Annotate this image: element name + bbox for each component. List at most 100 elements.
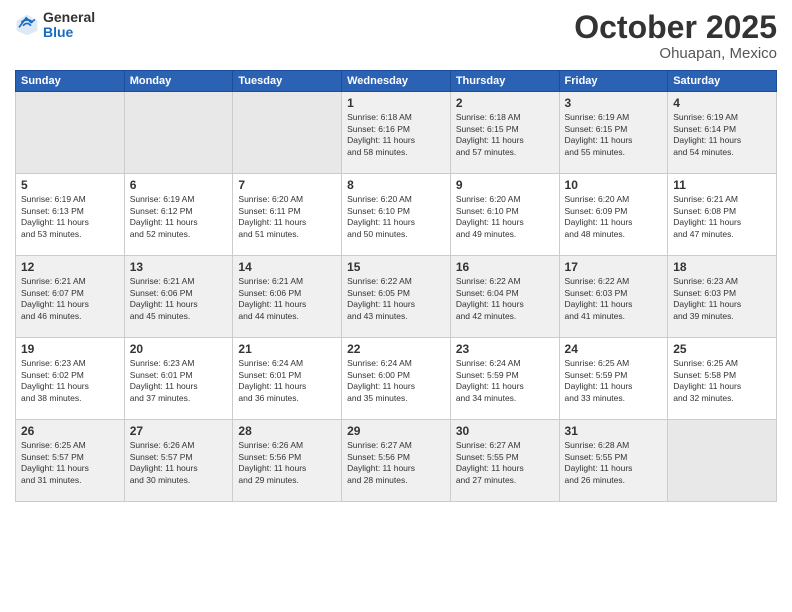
day-info: Sunrise: 6:21 AM Sunset: 6:07 PM Dayligh… [21, 276, 119, 322]
page: General Blue October 2025 Ohuapan, Mexic… [0, 0, 792, 612]
col-header-thursday: Thursday [450, 71, 559, 92]
calendar-week-row: 12Sunrise: 6:21 AM Sunset: 6:07 PM Dayli… [16, 256, 777, 338]
calendar-week-row: 26 Sunrise: 6:25 AM Sunset: 5:57 PM Dayli… [16, 420, 777, 502]
calendar-cell: 7 Sunrise: 6:20 AM Sunset: 6:11 PM Daylig… [233, 174, 342, 256]
day-info: Sunrise: 6:25 AM Sunset: 5:57 PM Dayligh… [21, 440, 119, 486]
logo-icon [15, 13, 39, 37]
calendar-cell: 19Sunrise: 6:23 AM Sunset: 6:02 PM Dayli… [16, 338, 125, 420]
day-info: Sunrise: 6:24 AM Sunset: 6:01 PM Dayligh… [238, 358, 336, 404]
day-info: Sunrise: 6:28 AM Sunset: 5:55 PM Dayligh… [565, 440, 663, 486]
calendar-week-row: 19Sunrise: 6:23 AM Sunset: 6:02 PM Dayli… [16, 338, 777, 420]
day-info: Sunrise: 6:19 AM Sunset: 6:15 PM Dayligh… [565, 112, 663, 158]
day-number: 17 [565, 260, 663, 274]
month-title: October 2025 [574, 10, 777, 45]
day-info: Sunrise: 6:18 AM Sunset: 6:16 PM Dayligh… [347, 112, 445, 158]
day-number: 26 [21, 424, 119, 438]
calendar-cell: 11 Sunrise: 6:21 AM Sunset: 6:08 PM Dayli… [668, 174, 777, 256]
calendar-week-row: 5 Sunrise: 6:19 AM Sunset: 6:13 PM Daylig… [16, 174, 777, 256]
day-info: Sunrise: 6:19 AM Sunset: 6:14 PM Dayligh… [673, 112, 771, 158]
day-number: 4 [673, 96, 771, 110]
day-info: Sunrise: 6:27 AM Sunset: 5:56 PM Dayligh… [347, 440, 445, 486]
header: General Blue October 2025 Ohuapan, Mexic… [15, 10, 777, 62]
day-number: 10 [565, 178, 663, 192]
col-header-monday: Monday [124, 71, 233, 92]
calendar-cell: 9Sunrise: 6:20 AM Sunset: 6:10 PM Daylig… [450, 174, 559, 256]
day-number: 9 [456, 178, 554, 192]
calendar-cell: 1 Sunrise: 6:18 AM Sunset: 6:16 PM Daylig… [342, 92, 451, 174]
calendar-cell: 21 Sunrise: 6:24 AM Sunset: 6:01 PM Dayli… [233, 338, 342, 420]
calendar-cell: 18Sunrise: 6:23 AM Sunset: 6:03 PM Dayli… [668, 256, 777, 338]
day-number: 21 [238, 342, 336, 356]
calendar-cell: 8 Sunrise: 6:20 AM Sunset: 6:10 PM Daylig… [342, 174, 451, 256]
day-number: 22 [347, 342, 445, 356]
calendar-cell: 31 Sunrise: 6:28 AM Sunset: 5:55 PM Dayli… [559, 420, 668, 502]
calendar-cell: 15 Sunrise: 6:22 AM Sunset: 6:05 PM Dayli… [342, 256, 451, 338]
day-info: Sunrise: 6:21 AM Sunset: 6:06 PM Dayligh… [238, 276, 336, 322]
day-info: Sunrise: 6:23 AM Sunset: 6:01 PM Dayligh… [130, 358, 228, 404]
calendar-cell: 4 Sunrise: 6:19 AM Sunset: 6:14 PM Daylig… [668, 92, 777, 174]
calendar-cell [233, 92, 342, 174]
day-info: Sunrise: 6:19 AM Sunset: 6:12 PM Dayligh… [130, 194, 228, 240]
day-number: 20 [130, 342, 228, 356]
calendar-week-row: 1 Sunrise: 6:18 AM Sunset: 6:16 PM Daylig… [16, 92, 777, 174]
day-number: 1 [347, 96, 445, 110]
day-number: 28 [238, 424, 336, 438]
calendar-cell [16, 92, 125, 174]
day-info: Sunrise: 6:25 AM Sunset: 5:58 PM Dayligh… [673, 358, 771, 404]
day-info: Sunrise: 6:23 AM Sunset: 6:03 PM Dayligh… [673, 276, 771, 322]
day-number: 7 [238, 178, 336, 192]
day-number: 29 [347, 424, 445, 438]
calendar-cell: 3Sunrise: 6:19 AM Sunset: 6:15 PM Daylig… [559, 92, 668, 174]
day-number: 31 [565, 424, 663, 438]
day-info: Sunrise: 6:20 AM Sunset: 6:09 PM Dayligh… [565, 194, 663, 240]
day-info: Sunrise: 6:20 AM Sunset: 6:11 PM Dayligh… [238, 194, 336, 240]
day-info: Sunrise: 6:22 AM Sunset: 6:04 PM Dayligh… [456, 276, 554, 322]
calendar-cell: 23Sunrise: 6:24 AM Sunset: 5:59 PM Dayli… [450, 338, 559, 420]
calendar-cell: 17 Sunrise: 6:22 AM Sunset: 6:03 PM Dayli… [559, 256, 668, 338]
calendar-cell: 14 Sunrise: 6:21 AM Sunset: 6:06 PM Dayli… [233, 256, 342, 338]
day-number: 5 [21, 178, 119, 192]
day-number: 15 [347, 260, 445, 274]
calendar-cell: 13 Sunrise: 6:21 AM Sunset: 6:06 PM Dayli… [124, 256, 233, 338]
calendar-cell: 10 Sunrise: 6:20 AM Sunset: 6:09 PM Dayli… [559, 174, 668, 256]
day-info: Sunrise: 6:26 AM Sunset: 5:57 PM Dayligh… [130, 440, 228, 486]
day-number: 25 [673, 342, 771, 356]
col-header-tuesday: Tuesday [233, 71, 342, 92]
calendar-cell [124, 92, 233, 174]
calendar-cell: 29 Sunrise: 6:27 AM Sunset: 5:56 PM Dayli… [342, 420, 451, 502]
calendar-cell: 5 Sunrise: 6:19 AM Sunset: 6:13 PM Daylig… [16, 174, 125, 256]
day-info: Sunrise: 6:20 AM Sunset: 6:10 PM Dayligh… [347, 194, 445, 240]
day-info: Sunrise: 6:25 AM Sunset: 5:59 PM Dayligh… [565, 358, 663, 404]
logo-text: General Blue [43, 10, 95, 41]
calendar-cell [668, 420, 777, 502]
day-number: 2 [456, 96, 554, 110]
day-info: Sunrise: 6:27 AM Sunset: 5:55 PM Dayligh… [456, 440, 554, 486]
day-info: Sunrise: 6:22 AM Sunset: 6:03 PM Dayligh… [565, 276, 663, 322]
day-info: Sunrise: 6:26 AM Sunset: 5:56 PM Dayligh… [238, 440, 336, 486]
calendar-cell: 24Sunrise: 6:25 AM Sunset: 5:59 PM Dayli… [559, 338, 668, 420]
day-info: Sunrise: 6:19 AM Sunset: 6:13 PM Dayligh… [21, 194, 119, 240]
day-info: Sunrise: 6:18 AM Sunset: 6:15 PM Dayligh… [456, 112, 554, 158]
day-number: 19 [21, 342, 119, 356]
day-number: 8 [347, 178, 445, 192]
col-header-friday: Friday [559, 71, 668, 92]
day-number: 27 [130, 424, 228, 438]
day-number: 13 [130, 260, 228, 274]
calendar-cell: 26 Sunrise: 6:25 AM Sunset: 5:57 PM Dayli… [16, 420, 125, 502]
calendar-cell: 20 Sunrise: 6:23 AM Sunset: 6:01 PM Dayli… [124, 338, 233, 420]
day-info: Sunrise: 6:21 AM Sunset: 6:08 PM Dayligh… [673, 194, 771, 240]
location: Ohuapan, Mexico [574, 45, 777, 62]
calendar-cell: 27 Sunrise: 6:26 AM Sunset: 5:57 PM Dayli… [124, 420, 233, 502]
calendar-cell: 30Sunrise: 6:27 AM Sunset: 5:55 PM Dayli… [450, 420, 559, 502]
day-number: 14 [238, 260, 336, 274]
day-info: Sunrise: 6:24 AM Sunset: 6:00 PM Dayligh… [347, 358, 445, 404]
day-info: Sunrise: 6:22 AM Sunset: 6:05 PM Dayligh… [347, 276, 445, 322]
logo-general-text: General [43, 10, 95, 25]
day-number: 11 [673, 178, 771, 192]
day-number: 16 [456, 260, 554, 274]
day-info: Sunrise: 6:21 AM Sunset: 6:06 PM Dayligh… [130, 276, 228, 322]
calendar-cell: 6Sunrise: 6:19 AM Sunset: 6:12 PM Daylig… [124, 174, 233, 256]
calendar-cell: 25 Sunrise: 6:25 AM Sunset: 5:58 PM Dayli… [668, 338, 777, 420]
calendar-cell: 16 Sunrise: 6:22 AM Sunset: 6:04 PM Dayli… [450, 256, 559, 338]
calendar-cell: 28 Sunrise: 6:26 AM Sunset: 5:56 PM Dayli… [233, 420, 342, 502]
